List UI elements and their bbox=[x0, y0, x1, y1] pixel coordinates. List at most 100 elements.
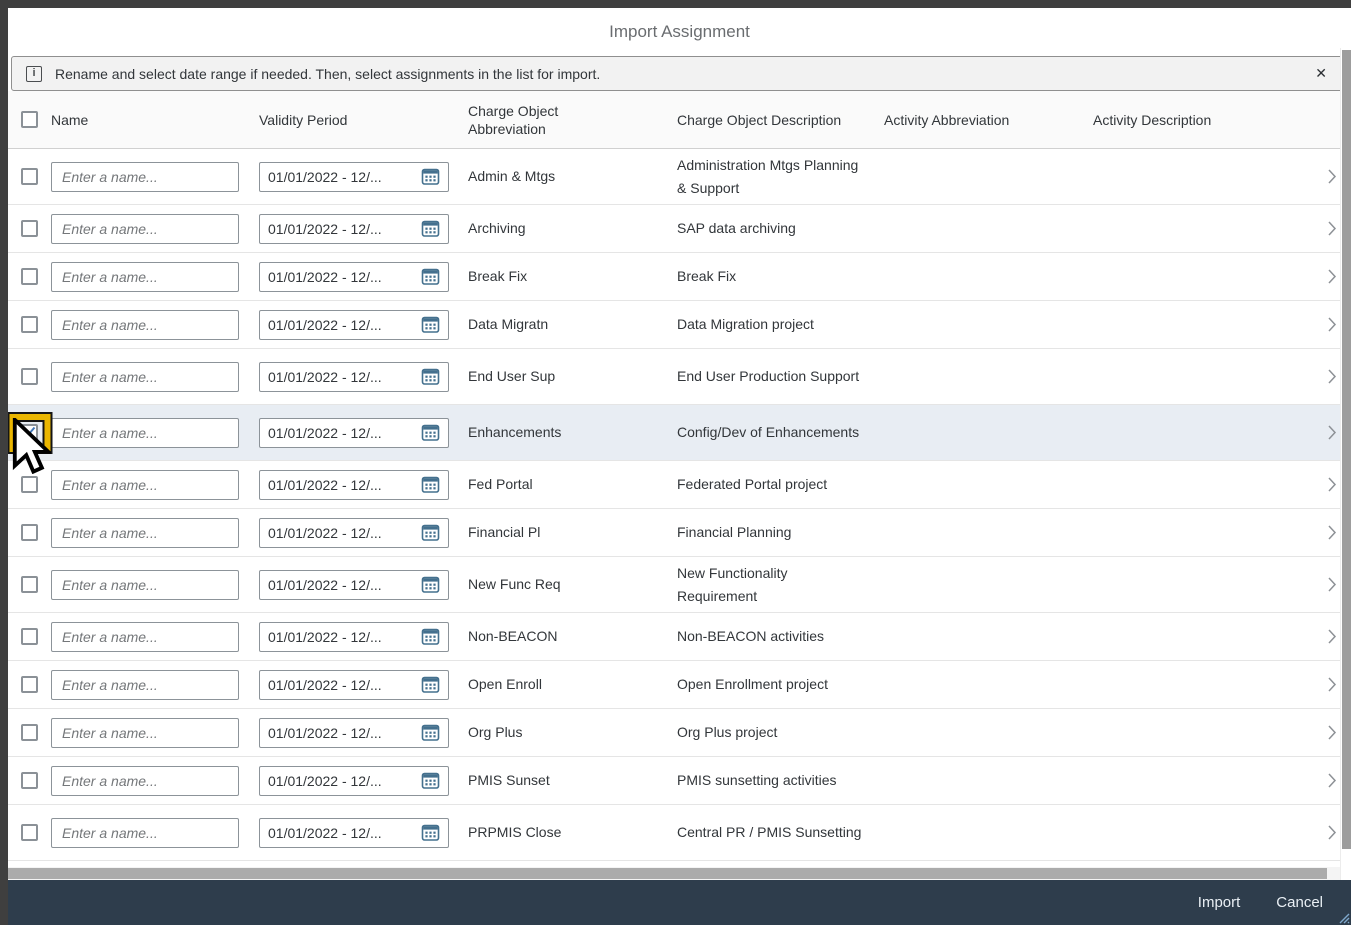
calendar-icon[interactable] bbox=[421, 823, 440, 842]
validity-period-value: 01/01/2022 - 12/... bbox=[268, 629, 415, 645]
validity-period-input[interactable]: 01/01/2022 - 12/... bbox=[259, 718, 449, 748]
row-checkbox-cell bbox=[8, 301, 51, 348]
calendar-icon[interactable] bbox=[421, 523, 440, 542]
select-all-checkbox[interactable] bbox=[21, 111, 38, 128]
table-row[interactable]: 01/01/2022 - 12/... Admin & Mtgs Adminis… bbox=[8, 149, 1351, 205]
row-checkbox[interactable] bbox=[21, 628, 38, 645]
row-checkbox[interactable] bbox=[21, 424, 38, 441]
validity-period-input[interactable]: 01/01/2022 - 12/... bbox=[259, 570, 449, 600]
calendar-icon[interactable] bbox=[421, 315, 440, 334]
horizontal-scrollbar-thumb[interactable] bbox=[8, 868, 1327, 879]
validity-cell: 01/01/2022 - 12/... bbox=[259, 766, 468, 796]
name-cell bbox=[51, 622, 259, 652]
validity-period-input[interactable]: 01/01/2022 - 12/... bbox=[259, 418, 449, 448]
name-input[interactable] bbox=[51, 262, 239, 292]
row-checkbox[interactable] bbox=[21, 476, 38, 493]
row-checkbox[interactable] bbox=[21, 268, 38, 285]
table-row[interactable]: 01/01/2022 - 12/... Break Fix Break Fix bbox=[8, 253, 1351, 301]
close-icon[interactable]: ✕ bbox=[1309, 61, 1333, 86]
name-input[interactable] bbox=[51, 310, 239, 340]
validity-period-input[interactable]: 01/01/2022 - 12/... bbox=[259, 518, 449, 548]
resize-grip-icon[interactable] bbox=[1336, 910, 1350, 924]
name-input[interactable] bbox=[51, 818, 239, 848]
name-input[interactable] bbox=[51, 570, 239, 600]
validity-period-input[interactable]: 01/01/2022 - 12/... bbox=[259, 670, 449, 700]
name-input[interactable] bbox=[51, 214, 239, 244]
validity-period-input[interactable]: 01/01/2022 - 12/... bbox=[259, 162, 449, 192]
calendar-icon[interactable] bbox=[421, 423, 440, 442]
validity-period-input[interactable]: 01/01/2022 - 12/... bbox=[259, 470, 449, 500]
charge-object-abbreviation-cell: Non-BEACON bbox=[468, 625, 677, 648]
row-checkbox-cell bbox=[8, 661, 51, 708]
row-checkbox[interactable] bbox=[21, 316, 38, 333]
validity-period-input[interactable]: 01/01/2022 - 12/... bbox=[259, 362, 449, 392]
charge-object-abbreviation-cell: Fed Portal bbox=[468, 473, 677, 496]
name-input[interactable] bbox=[51, 418, 239, 448]
vertical-scrollbar[interactable] bbox=[1340, 48, 1351, 880]
row-checkbox[interactable] bbox=[21, 724, 38, 741]
name-input[interactable] bbox=[51, 622, 239, 652]
table-row[interactable]: 01/01/2022 - 12/... Fed Portal Federated… bbox=[8, 461, 1351, 509]
row-checkbox[interactable] bbox=[21, 368, 38, 385]
calendar-icon[interactable] bbox=[421, 267, 440, 286]
row-checkbox[interactable] bbox=[21, 220, 38, 237]
table-row[interactable]: 01/01/2022 - 12/... PMIS Sunset PMIS sun… bbox=[8, 757, 1351, 805]
table-row[interactable]: 01/01/2022 - 12/... End User Sup End Use… bbox=[8, 349, 1351, 405]
validity-cell: 01/01/2022 - 12/... bbox=[259, 362, 468, 392]
validity-period-input[interactable]: 01/01/2022 - 12/... bbox=[259, 214, 449, 244]
name-input[interactable] bbox=[51, 518, 239, 548]
chevron-right-icon bbox=[1327, 576, 1337, 593]
row-checkbox-cell bbox=[8, 149, 51, 204]
calendar-icon[interactable] bbox=[421, 167, 440, 186]
table-row[interactable]: 01/01/2022 - 12/... Data Migratn Data Mi… bbox=[8, 301, 1351, 349]
chevron-right-icon bbox=[1327, 268, 1337, 285]
calendar-icon[interactable] bbox=[421, 675, 440, 694]
validity-cell: 01/01/2022 - 12/... bbox=[259, 718, 468, 748]
import-button[interactable]: Import bbox=[1184, 886, 1255, 919]
validity-period-input[interactable]: 01/01/2022 - 12/... bbox=[259, 622, 449, 652]
calendar-icon[interactable] bbox=[421, 575, 440, 594]
table-row[interactable]: 01/01/2022 - 12/... Open Enroll Open Enr… bbox=[8, 661, 1351, 709]
row-checkbox[interactable] bbox=[21, 576, 38, 593]
charge-object-abbreviation-cell: Open Enroll bbox=[468, 673, 677, 696]
validity-period-value: 01/01/2022 - 12/... bbox=[268, 825, 415, 841]
name-input[interactable] bbox=[51, 766, 239, 796]
table-row[interactable]: 01/01/2022 - 12/... Archiving SAP data a… bbox=[8, 205, 1351, 253]
validity-period-input[interactable]: 01/01/2022 - 12/... bbox=[259, 818, 449, 848]
calendar-icon[interactable] bbox=[421, 475, 440, 494]
table-row[interactable]: 01/01/2022 - 12/... Financial Pl Financi… bbox=[8, 509, 1351, 557]
calendar-icon[interactable] bbox=[421, 723, 440, 742]
table-row[interactable]: 01/01/2022 - 12/... Org Plus Org Plus pr… bbox=[8, 709, 1351, 757]
validity-period-input[interactable]: 01/01/2022 - 12/... bbox=[259, 262, 449, 292]
calendar-icon[interactable] bbox=[421, 219, 440, 238]
calendar-icon[interactable] bbox=[421, 771, 440, 790]
horizontal-scrollbar[interactable] bbox=[8, 867, 1340, 880]
charge-object-description-cell: Administration Mtgs Planning & Support bbox=[677, 154, 862, 200]
validity-period-input[interactable]: 01/01/2022 - 12/... bbox=[259, 766, 449, 796]
calendar-icon[interactable] bbox=[421, 367, 440, 386]
import-assignment-dialog: Import Assignment i Rename and select da… bbox=[8, 8, 1351, 925]
table-row[interactable]: 01/01/2022 - 12/... New Func Req New Fun… bbox=[8, 557, 1351, 613]
validity-period-value: 01/01/2022 - 12/... bbox=[268, 269, 415, 285]
table-row[interactable]: 01/01/2022 - 12/... Non-BEACON Non-BEACO… bbox=[8, 613, 1351, 661]
table-row[interactable]: 01/01/2022 - 12/... Enhancements Config/… bbox=[8, 405, 1351, 461]
validity-cell: 01/01/2022 - 12/... bbox=[259, 470, 468, 500]
row-checkbox[interactable] bbox=[21, 168, 38, 185]
name-input[interactable] bbox=[51, 162, 239, 192]
row-checkbox[interactable] bbox=[21, 524, 38, 541]
validity-period-value: 01/01/2022 - 12/... bbox=[268, 773, 415, 789]
name-input[interactable] bbox=[51, 362, 239, 392]
row-checkbox[interactable] bbox=[21, 676, 38, 693]
cancel-button[interactable]: Cancel bbox=[1262, 886, 1337, 919]
name-input[interactable] bbox=[51, 718, 239, 748]
vertical-scrollbar-thumb[interactable] bbox=[1342, 50, 1351, 849]
name-input[interactable] bbox=[51, 470, 239, 500]
chevron-right-icon bbox=[1327, 772, 1337, 789]
validity-period-input[interactable]: 01/01/2022 - 12/... bbox=[259, 310, 449, 340]
table-row[interactable]: 01/01/2022 - 12/... PRPMIS Close Central… bbox=[8, 805, 1351, 861]
row-checkbox[interactable] bbox=[21, 824, 38, 841]
calendar-icon[interactable] bbox=[421, 627, 440, 646]
row-checkbox[interactable] bbox=[21, 772, 38, 789]
charge-object-description-cell: End User Production Support bbox=[677, 365, 862, 388]
name-input[interactable] bbox=[51, 670, 239, 700]
